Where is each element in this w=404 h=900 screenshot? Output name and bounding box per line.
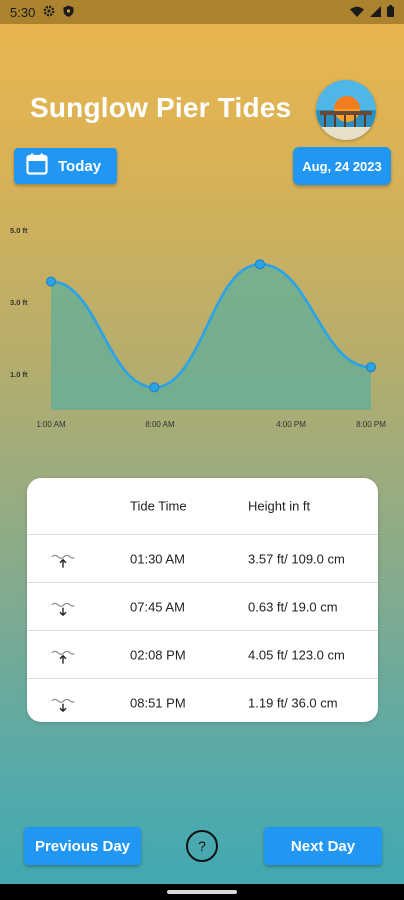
help-button[interactable]: ?	[186, 830, 218, 862]
table-row: 02:08 PM 4.05 ft/ 123.0 cm	[27, 631, 378, 679]
gear-icon	[43, 5, 55, 20]
shield-icon	[63, 5, 74, 20]
tide-time-cell: 08:51 PM	[130, 695, 186, 710]
wifi-icon	[350, 5, 364, 20]
tide-point[interactable]	[46, 276, 56, 287]
tide-point[interactable]	[149, 382, 160, 393]
date-picker-button[interactable]: Aug, 24 2023	[293, 147, 391, 185]
y-tick-label: 1.0 ft	[10, 370, 28, 379]
tide-point[interactable]	[254, 259, 265, 270]
x-tick-label: 8:00 PM	[356, 420, 386, 429]
tide-chart: 5.0 ft 3.0 ft 1.0 ft 1:00 AM 8:00 AM 4:00 PM 8…	[10, 226, 386, 429]
tide-height-cell: 0.63 ft/ 19.0 cm	[248, 599, 338, 614]
tide-time-cell: 01:30 AM	[130, 551, 185, 566]
calendar-icon	[26, 153, 48, 179]
tide-height-cell: 1.19 ft/ 36.0 cm	[248, 695, 338, 710]
table-row: 08:51 PM 1.19 ft/ 36.0 cm	[27, 679, 378, 722]
signal-icon	[370, 5, 381, 20]
status-bar: 5:30	[0, 0, 404, 24]
tide-point[interactable]	[366, 362, 376, 373]
help-icon: ?	[198, 838, 206, 854]
today-button[interactable]: Today	[14, 148, 117, 184]
next-day-button[interactable]: Next Day	[264, 827, 382, 865]
page-title: Sunglow Pier Tides	[30, 92, 292, 123]
tide-height-cell: 3.57 ft/ 109.0 cm	[248, 551, 345, 566]
today-button-label: Today	[58, 157, 102, 175]
tide-height-cell: 4.05 ft/ 123.0 cm	[248, 647, 345, 662]
status-time: 5:30	[10, 4, 36, 20]
navigation-bar	[0, 884, 404, 900]
header-tide-time: Tide Time	[130, 498, 187, 514]
table-row: 07:45 AM 0.63 ft/ 19.0 cm	[27, 583, 378, 631]
x-tick-label: 4:00 PM	[276, 420, 306, 429]
table-header: Tide Time Height in ft	[27, 478, 378, 535]
beach-pier-logo	[316, 80, 376, 140]
battery-icon	[387, 4, 394, 20]
wave-down-icon	[51, 599, 75, 616]
wave-up-icon	[51, 551, 75, 568]
tide-table: Tide Time Height in ft 01:30 AM 3.57 ft/ …	[27, 478, 378, 722]
tide-time-cell: 07:45 AM	[130, 599, 185, 614]
wave-up-icon	[51, 647, 75, 664]
wave-down-icon	[51, 695, 75, 712]
tide-time-cell: 02:08 PM	[130, 647, 186, 662]
y-tick-label: 3.0 ft	[10, 298, 28, 307]
y-tick-label: 5.0 ft	[10, 226, 28, 235]
home-gesture-handle[interactable]	[167, 890, 237, 894]
tide-area-fill	[51, 264, 371, 410]
previous-day-button[interactable]: Previous Day	[24, 827, 141, 865]
x-tick-label: 8:00 AM	[145, 420, 175, 429]
header-height: Height in ft	[248, 498, 311, 514]
table-row: 01:30 AM 3.57 ft/ 109.0 cm	[27, 535, 378, 583]
x-tick-label: 1:00 AM	[36, 420, 66, 429]
